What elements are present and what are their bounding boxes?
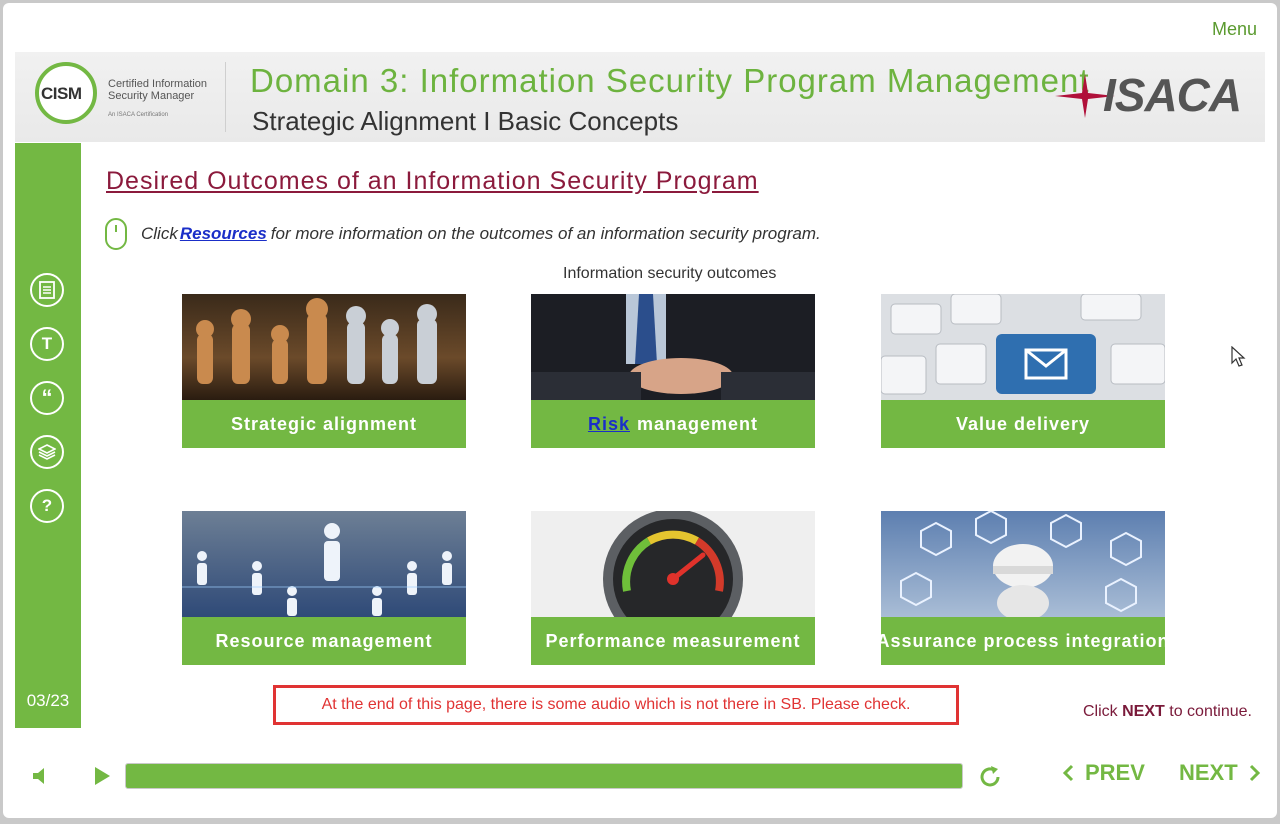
card-label: Resource management: [182, 617, 466, 665]
card-label: Strategic alignment: [182, 400, 466, 448]
notes-glyph: [39, 281, 55, 299]
chess-pieces-graphic: [196, 298, 437, 384]
chevron-left-icon: [1062, 764, 1074, 782]
card-assurance-process-integration[interactable]: Assurance process integration: [876, 511, 1169, 665]
keyboard-graphic: [881, 294, 1165, 395]
chess-image: [182, 294, 466, 400]
instruction: Click Resources for more information on …: [105, 218, 821, 250]
page-number: 03/23: [26, 691, 70, 710]
menu-link[interactable]: Menu: [1212, 19, 1257, 40]
handshake-graphic: [531, 294, 815, 400]
progress-bar[interactable]: [125, 763, 963, 789]
mouse-pointer-icon: [1231, 346, 1246, 367]
isaca-logo-text: ISACA: [1103, 69, 1242, 121]
header-divider: [225, 62, 226, 132]
resources-link[interactable]: Resources: [180, 224, 267, 244]
course-header: CISM Certified Information Security Mana…: [15, 52, 1265, 142]
cism-logo-tagline: An ISACA Certification: [108, 112, 169, 118]
card-label: Risk management: [531, 400, 815, 448]
notes-icon[interactable]: [30, 273, 64, 307]
prev-label: PREV: [1085, 760, 1145, 785]
cism-logo-line2: Security Manager: [108, 90, 195, 102]
cism-logo-text: CISM: [41, 84, 82, 103]
chevron-right-icon: [1249, 764, 1260, 782]
card-label: Performance measurement: [531, 617, 815, 665]
isaca-logo: ISACA: [1055, 68, 1245, 124]
continue-next-word: NEXT: [1122, 703, 1165, 720]
sidebar: T “ ? 03/23: [15, 143, 81, 728]
next-label: NEXT: [1179, 760, 1238, 785]
keyboard-image: [881, 294, 1165, 400]
gauge-image: [531, 511, 815, 617]
card-value-delivery[interactable]: Value delivery: [881, 294, 1165, 448]
gauge-graphic: [603, 511, 743, 617]
player-controls: PREV NEXT: [15, 745, 1265, 807]
review-note: At the end of this page, there is some a…: [273, 685, 959, 725]
card-label-text: management: [636, 413, 759, 434]
layers-glyph: [38, 444, 56, 460]
course-player-window: Menu CISM Certified Information Security…: [3, 3, 1277, 818]
volume-icon[interactable]: [31, 766, 51, 786]
card-resource-management[interactable]: Resource management: [182, 511, 466, 665]
cism-logo-line1: Certified Information: [108, 78, 208, 90]
card-strategic-alignment[interactable]: Strategic alignment: [182, 294, 466, 448]
quote-icon[interactable]: “: [30, 381, 64, 415]
prev-button[interactable]: PREV: [1061, 760, 1145, 786]
domain-subtitle: Strategic Alignment I Basic Concepts: [252, 106, 679, 136]
instruction-prefix: Click: [141, 224, 178, 243]
domain-title: Domain 3: Information Security Program M…: [250, 62, 1090, 99]
card-label: Assurance process integration: [876, 617, 1169, 665]
progress-fill: [126, 764, 962, 788]
card-risk-management[interactable]: Risk management: [531, 294, 815, 448]
help-icon[interactable]: ?: [30, 489, 64, 523]
play-icon[interactable]: [93, 766, 111, 786]
continue-prefix: Click: [1083, 703, 1118, 720]
next-button[interactable]: NEXT: [1179, 760, 1262, 786]
risk-link[interactable]: Risk: [588, 414, 630, 435]
continue-instruction: Click NEXT to continue.: [1083, 703, 1252, 721]
hexagon-tech-graphic: [900, 511, 1142, 617]
layers-icon[interactable]: [30, 435, 64, 469]
card-performance-measurement[interactable]: Performance measurement: [531, 511, 815, 665]
page-title: Desired Outcomes of an Information Secur…: [106, 167, 759, 195]
people-network-image: [182, 511, 466, 617]
cism-logo-subtitle: Certified Information Security Manager: [108, 78, 207, 102]
people-network-graphic: [182, 523, 466, 616]
card-label: Value delivery: [881, 400, 1165, 448]
replay-icon[interactable]: [977, 764, 1003, 790]
transcript-icon[interactable]: T: [30, 327, 64, 361]
mouse-icon: [105, 218, 127, 250]
handshake-image: [531, 294, 815, 400]
outcomes-caption: Information security outcomes: [563, 265, 777, 282]
instruction-suffix: for more information on the outcomes of …: [270, 224, 821, 243]
continue-suffix: to continue.: [1169, 703, 1252, 720]
hexagon-tech-image: [881, 511, 1165, 617]
cism-logo: CISM Certified Information Security Mana…: [35, 62, 210, 130]
